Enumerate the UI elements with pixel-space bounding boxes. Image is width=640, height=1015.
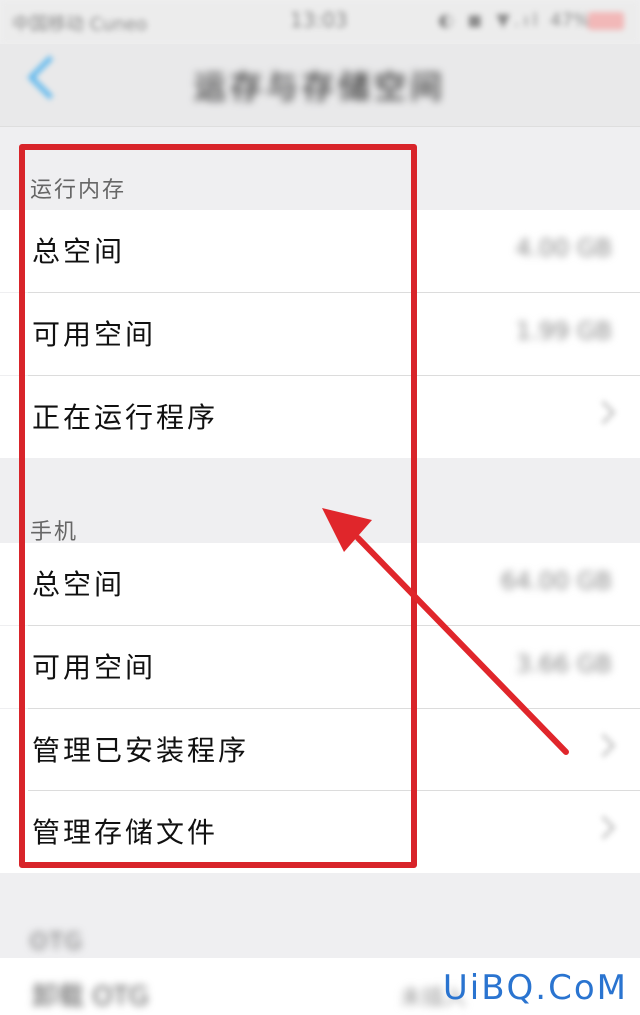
- annotation-arrow-icon: [322, 508, 569, 755]
- watermark-logo: UiBQ.CoM: [442, 968, 628, 1008]
